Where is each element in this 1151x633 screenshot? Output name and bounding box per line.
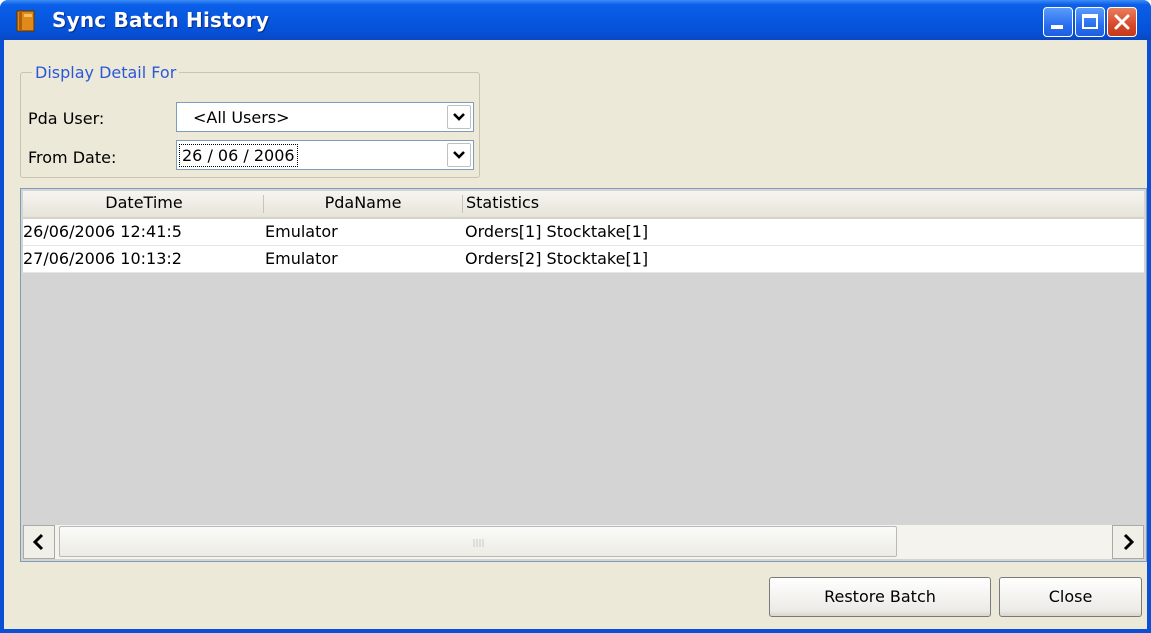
close-button[interactable]: Close — [999, 577, 1142, 617]
grip-icon — [473, 539, 484, 547]
cell-pdaname: Emulator — [265, 249, 338, 268]
chevron-down-icon — [453, 113, 465, 121]
table-row[interactable]: 26/06/2006 12:41:5 Emulator Orders[1] St… — [23, 219, 1144, 246]
column-header-statistics[interactable]: Statistics — [466, 193, 766, 215]
minimize-button[interactable] — [1043, 7, 1073, 37]
chevron-right-icon — [1123, 533, 1135, 551]
chevron-left-icon — [32, 533, 44, 551]
column-header-datetime[interactable]: DateTime — [25, 193, 263, 215]
from-date-label: From Date: — [28, 148, 117, 167]
cell-pdaname: Emulator — [265, 222, 338, 241]
chevron-down-icon — [453, 151, 465, 159]
maximize-button[interactable] — [1075, 7, 1105, 37]
minimize-icon — [1051, 25, 1063, 29]
close-icon — [1113, 13, 1131, 35]
sync-batch-grid[interactable]: DateTime PdaName Statistics 26/06/2006 1… — [20, 188, 1147, 562]
table-row[interactable]: 27/06/2006 10:13:2 Emulator Orders[2] St… — [23, 246, 1144, 273]
scroll-right-button[interactable] — [1112, 525, 1144, 559]
pda-user-label: Pda User: — [28, 109, 105, 128]
title-bar[interactable]: Sync Batch History — [0, 0, 1151, 40]
groupbox-legend: Display Detail For — [32, 64, 180, 82]
scroll-left-button[interactable] — [23, 525, 55, 559]
from-date-value[interactable]: 26 / 06 / 2006 — [179, 144, 298, 167]
window-title: Sync Batch History — [52, 8, 270, 32]
cell-datetime: 27/06/2006 10:13:2 — [23, 249, 182, 268]
pda-user-dropdown-button[interactable] — [447, 105, 471, 129]
from-date-dropdown-button[interactable] — [447, 143, 471, 167]
restore-batch-button[interactable]: Restore Batch — [769, 577, 991, 617]
column-header-pdaname[interactable]: PdaName — [264, 193, 462, 215]
cell-statistics: Orders[2] Stocktake[1] — [465, 249, 649, 268]
column-separator[interactable] — [462, 195, 463, 213]
cell-datetime: 26/06/2006 12:41:5 — [23, 222, 182, 241]
book-icon — [16, 10, 36, 32]
from-date-picker[interactable]: 26 / 06 / 2006 — [176, 140, 474, 170]
pda-user-value: <All Users> — [193, 108, 290, 127]
scroll-thumb[interactable] — [59, 526, 897, 557]
horizontal-scrollbar[interactable] — [23, 525, 1144, 559]
pda-user-combo[interactable]: <All Users> — [176, 102, 474, 132]
sync-batch-history-window: Sync Batch History Display Detail For Pd… — [0, 0, 1151, 633]
grid-header: DateTime PdaName Statistics — [23, 191, 1144, 218]
cell-statistics: Orders[1] Stocktake[1] — [465, 222, 649, 241]
close-window-button[interactable] — [1107, 7, 1137, 37]
maximize-icon — [1082, 14, 1098, 29]
